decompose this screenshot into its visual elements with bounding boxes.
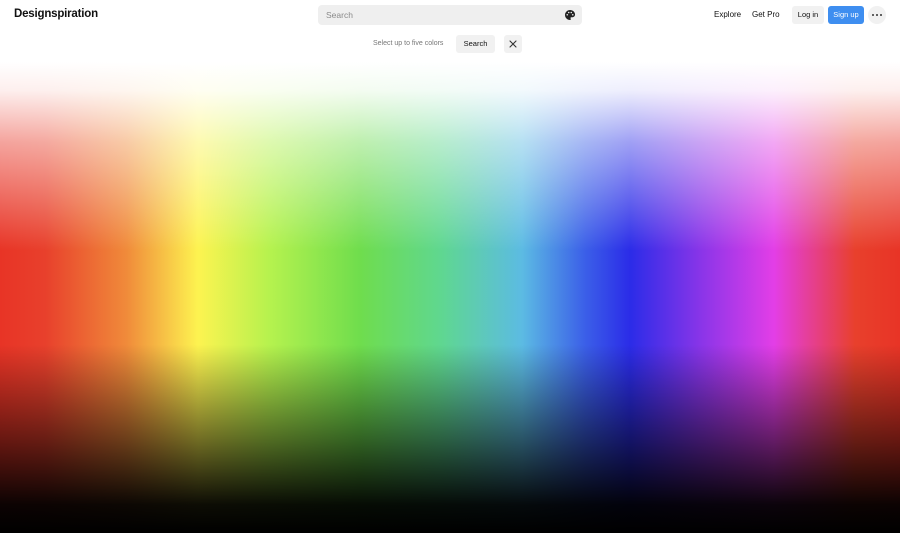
search-bar[interactable] [318,5,582,25]
logo[interactable]: Designspiration [14,8,98,20]
nav-explore-link[interactable]: Explore [714,10,741,19]
top-bar: Designspiration Explore Get Pro Log in S… [0,0,900,30]
color-hint: Select up to five colors [373,40,444,47]
more-icon-dot [876,14,878,16]
more-icon-dot [880,14,882,16]
color-selection-bar: Select up to five colors Search [0,34,900,54]
nav-get-pro-link[interactable]: Get Pro [752,10,780,19]
search-input[interactable] [326,8,554,22]
login-button[interactable]: Log in [792,6,824,24]
color-search-button[interactable]: Search [456,35,495,53]
palette-icon[interactable] [564,9,576,21]
more-icon [872,14,874,16]
clear-colors-button[interactable] [504,35,522,53]
more-button[interactable] [868,6,886,24]
signup-button[interactable]: Sign up [828,6,864,24]
color-spectrum-picker[interactable] [0,62,900,533]
close-icon [509,40,517,48]
page: Designspiration Explore Get Pro Log in S… [0,0,900,533]
